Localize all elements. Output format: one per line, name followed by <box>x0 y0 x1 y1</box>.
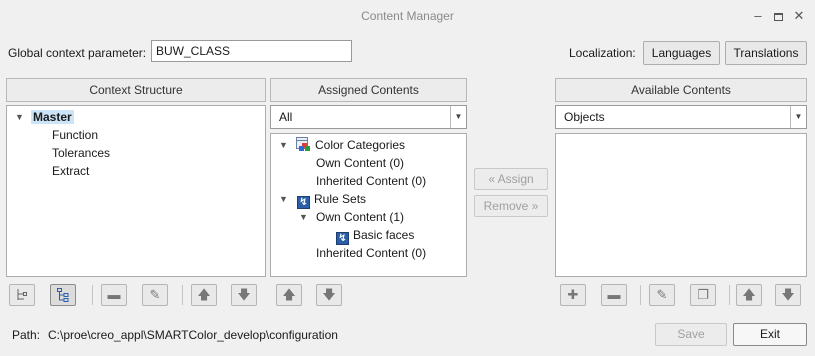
languages-button[interactable]: Languages <box>643 41 720 65</box>
global-context-label: Global context parameter: <box>8 46 147 60</box>
localization-label: Localization: <box>569 46 636 60</box>
available-filter-value: Objects <box>564 110 605 124</box>
maximize-icon[interactable] <box>768 6 788 26</box>
toolbar-separator <box>640 285 641 305</box>
toolbar-separator <box>92 285 93 305</box>
available-contents-list[interactable] <box>555 133 807 277</box>
arrow-down-icon[interactable]: 🡇 <box>231 284 257 306</box>
copy-icon[interactable]: ❐ <box>690 284 716 306</box>
available-filter-select[interactable]: Objects ▼ <box>555 105 807 129</box>
chevron-down-icon[interactable]: ▼ <box>790 106 806 128</box>
path-label: Path: <box>12 328 41 342</box>
global-context-input[interactable]: BUW_CLASS <box>151 40 352 62</box>
available-contents-header: Available Contents <box>555 78 807 102</box>
assigned-filter-select[interactable]: All ▼ <box>270 105 467 129</box>
tree-view-icon[interactable] <box>50 284 76 306</box>
assigned-filter-value: All <box>279 110 293 124</box>
tree-item-basic-faces[interactable]: ↯ Basic faces <box>336 226 415 245</box>
tree-item-label: Color Categories <box>315 138 406 152</box>
assigned-contents-tree[interactable]: ▼ Color Categories Own Content (0) Inher… <box>270 133 467 277</box>
expand-arrow-icon[interactable]: ▼ <box>299 208 308 226</box>
flat-view-icon[interactable] <box>9 284 35 306</box>
context-structure-tree[interactable]: ▼ Master Function Tolerances Extract <box>6 105 266 277</box>
arrow-down-icon[interactable]: 🡇 <box>316 284 342 306</box>
tree-item-label: Master <box>31 110 74 124</box>
chevron-down-icon[interactable]: ▼ <box>450 106 466 128</box>
tree-item-tolerances[interactable]: Tolerances <box>52 144 110 162</box>
toolbar-separator <box>729 285 730 305</box>
minus-icon[interactable]: ▬ <box>601 284 627 306</box>
minimize-icon[interactable]: – <box>748 6 768 26</box>
remove-button[interactable]: Remove » <box>474 195 548 217</box>
expand-arrow-icon[interactable]: ▼ <box>279 136 288 154</box>
expand-arrow-icon[interactable]: ▼ <box>15 108 24 126</box>
translations-button[interactable]: Translations <box>725 41 807 65</box>
close-icon[interactable]: ✕ <box>789 6 809 26</box>
pencil-icon[interactable]: ✎ <box>649 284 675 306</box>
arrow-up-icon[interactable]: 🡅 <box>191 284 217 306</box>
assign-button[interactable]: « Assign <box>474 168 548 190</box>
color-categories-icon <box>296 137 311 152</box>
minus-icon[interactable]: ▬ <box>101 284 127 306</box>
context-structure-header: Context Structure <box>6 78 266 102</box>
tree-item-rs-own[interactable]: Own Content (1) <box>316 208 404 226</box>
plus-icon[interactable]: ✚ <box>560 284 586 306</box>
assigned-contents-header: Assigned Contents <box>270 78 467 102</box>
arrow-up-icon[interactable]: 🡅 <box>276 284 302 306</box>
expand-arrow-icon[interactable]: ▼ <box>279 190 288 208</box>
tree-item-cc-inherited[interactable]: Inherited Content (0) <box>316 172 426 190</box>
tree-item-function[interactable]: Function <box>52 126 98 144</box>
tree-item-master[interactable]: Master <box>31 108 74 126</box>
toolbar-separator <box>182 285 183 305</box>
tree-item-rule-sets[interactable]: ↯ Rule Sets <box>297 190 367 209</box>
tree-item-rs-inherited[interactable]: Inherited Content (0) <box>316 244 426 262</box>
arrow-down-icon[interactable]: 🡇 <box>775 284 801 306</box>
path-value: C:\proe\creo_appl\SMARTColor_develop\con… <box>48 328 338 342</box>
tree-item-extract[interactable]: Extract <box>52 162 89 180</box>
pencil-icon[interactable]: ✎ <box>142 284 168 306</box>
arrow-up-icon[interactable]: 🡅 <box>736 284 762 306</box>
window-title: Content Manager <box>361 9 454 23</box>
save-button[interactable]: Save <box>655 323 727 346</box>
tree-item-label: Rule Sets <box>314 192 367 206</box>
exit-button[interactable]: Exit <box>733 323 807 346</box>
tree-item-color-categories[interactable]: Color Categories <box>296 136 405 154</box>
tree-item-cc-own[interactable]: Own Content (0) <box>316 154 404 172</box>
tree-item-label: Basic faces <box>353 228 415 242</box>
